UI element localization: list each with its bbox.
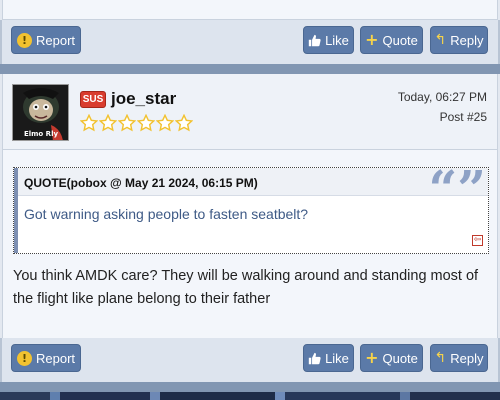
quote-label: Quote: [382, 350, 418, 366]
view-quoted-post-icon[interactable]: ⇦: [472, 235, 483, 246]
post-divider: [0, 64, 500, 74]
like-button[interactable]: Like: [303, 26, 354, 54]
reply-button[interactable]: ↰ Reply: [430, 344, 488, 372]
avatar[interactable]: Elmo Rly: [12, 84, 69, 141]
post-timestamp: Today, 06:27 PM: [397, 90, 487, 104]
quote-text: Got warning asking people to fasten seat…: [24, 206, 309, 222]
report-label: Report: [35, 32, 76, 48]
star-icon: [118, 114, 136, 132]
post-number-link[interactable]: Post #25: [440, 110, 487, 124]
reply-arrow-icon: ↰: [434, 350, 447, 366]
report-button[interactable]: ! Report: [11, 26, 81, 54]
quote-label: Quote: [382, 32, 418, 48]
forum-thread: ! Report Like + Quote ↰ Reply Elmo Rly S…: [0, 0, 500, 400]
quote-author: QUOTE(pobox @ May 21 2024, 06:15 PM): [24, 176, 258, 190]
user-rating-stars: [80, 114, 193, 132]
report-button[interactable]: ! Report: [11, 344, 81, 372]
exclamation-circle-icon: !: [16, 350, 32, 366]
previous-post-action-bar: ! Report Like + Quote ↰ Reply: [0, 20, 500, 64]
star-icon: [156, 114, 174, 132]
status-badge: SUS: [80, 91, 106, 108]
quote-header: QUOTE(pobox @ May 21 2024, 06:15 PM) “”: [18, 164, 488, 214]
reply-arrow-icon: ↰: [434, 32, 447, 48]
quote-block: QUOTE(pobox @ May 21 2024, 06:15 PM) “” …: [13, 164, 489, 254]
avatar-caption: Elmo Rly: [24, 130, 59, 138]
reply-button[interactable]: ↰ Reply: [430, 26, 488, 54]
post-action-bar: ! Report Like + Quote ↰ Reply: [0, 338, 500, 382]
username-link[interactable]: joe_star: [111, 89, 176, 109]
exclamation-circle-icon: !: [16, 32, 32, 48]
thumbs-up-icon: [308, 34, 321, 47]
post: Elmo Rly SUS joe_star Today, 06:27 PM Po…: [2, 74, 498, 338]
star-icon: [99, 114, 117, 132]
post-header: Elmo Rly SUS joe_star Today, 06:27 PM Po…: [3, 74, 497, 150]
star-icon: [175, 114, 193, 132]
like-label: Like: [325, 32, 349, 48]
plus-icon: +: [365, 348, 379, 367]
reply-label: Reply: [450, 350, 484, 366]
star-icon: [80, 114, 98, 132]
quote-button[interactable]: + Quote: [360, 344, 423, 372]
quote-button[interactable]: + Quote: [360, 26, 423, 54]
like-button[interactable]: Like: [303, 344, 354, 372]
next-post-image-preview: [0, 392, 500, 400]
post-divider: [0, 382, 500, 392]
thumbs-up-icon: [308, 352, 321, 365]
plus-icon: +: [365, 30, 379, 49]
reply-label: Reply: [450, 32, 484, 48]
report-label: Report: [35, 350, 76, 366]
post-body: You think AMDK care? They will be walkin…: [13, 268, 479, 307]
like-label: Like: [325, 350, 349, 366]
previous-post-footer: [2, 0, 498, 20]
quote-marks-icon: “”: [428, 159, 486, 218]
star-icon: [137, 114, 155, 132]
